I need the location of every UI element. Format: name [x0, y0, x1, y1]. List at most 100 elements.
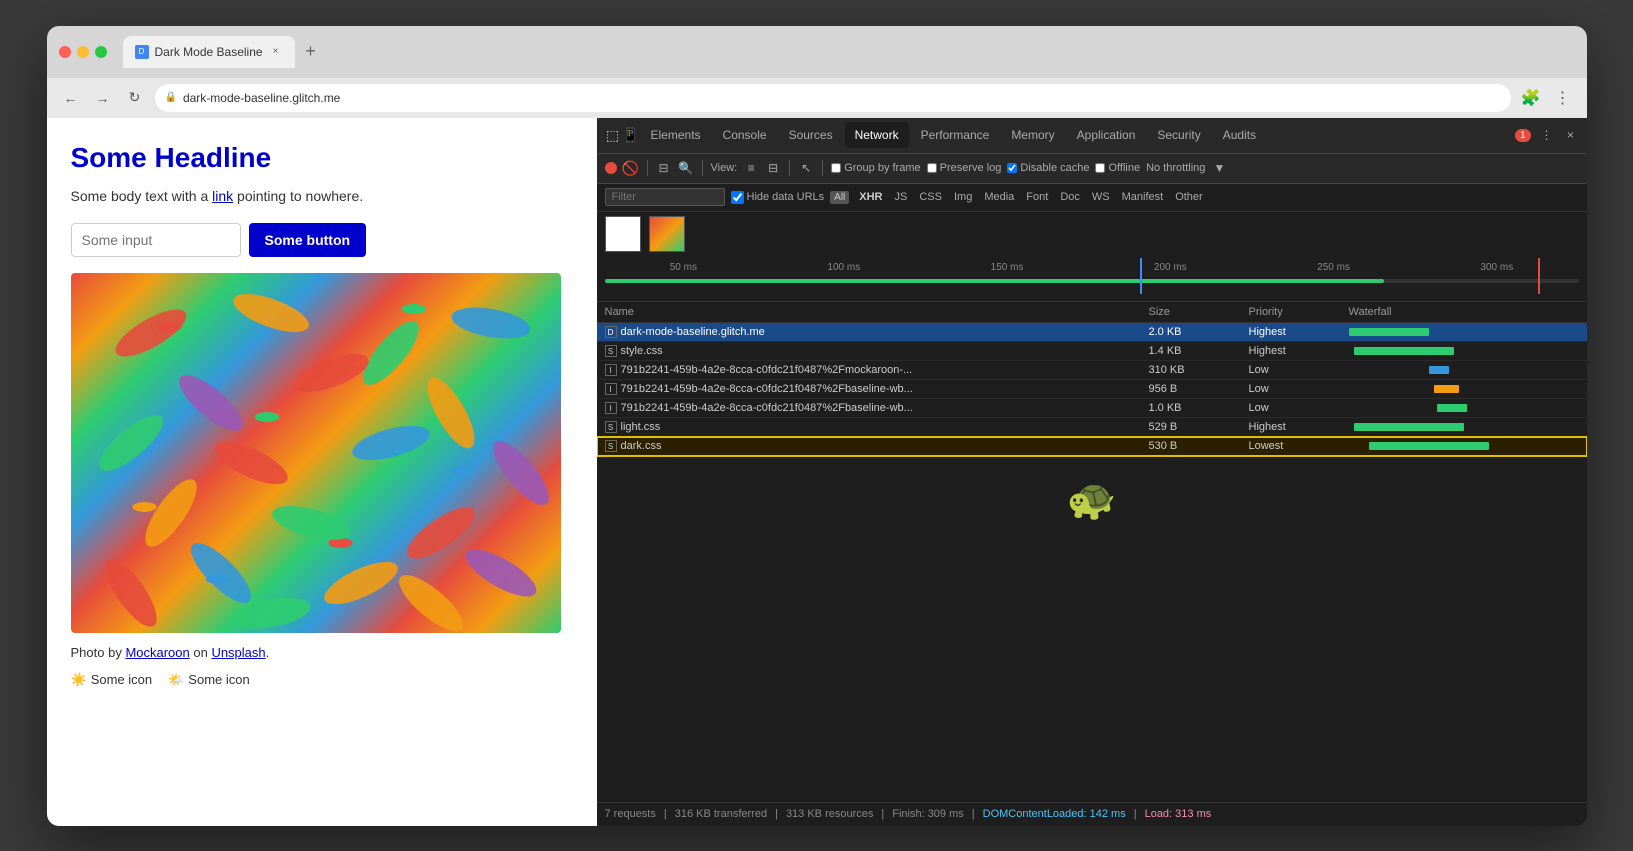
minimize-button[interactable]	[77, 46, 89, 58]
close-button[interactable]	[59, 46, 71, 58]
devtools-more-button[interactable]: ⋮	[1539, 127, 1555, 143]
toolbar-separator-2	[702, 160, 703, 176]
network-container: 50 ms 100 ms 150 ms 200 ms 250 ms 300 ms	[597, 212, 1587, 826]
type-ws[interactable]: WS	[1088, 190, 1114, 204]
timeline-marker-200ms: 200 ms	[1154, 262, 1187, 273]
table-row[interactable]: I791b2241-459b-4a2e-8cca-c0fdc21f0487%2F…	[597, 399, 1587, 418]
table-row-dark-css[interactable]: Sdark.css 530 B Lowest	[597, 437, 1587, 456]
tab-close-button[interactable]: ×	[269, 45, 283, 59]
browser-tab[interactable]: D Dark Mode Baseline ×	[123, 36, 295, 68]
status-finish: Finish: 309 ms	[892, 808, 964, 820]
tab-application[interactable]: Application	[1067, 122, 1146, 148]
tab-performance[interactable]: Performance	[911, 122, 1000, 148]
all-filter-badge[interactable]: All	[830, 191, 849, 204]
body-link[interactable]: link	[212, 188, 233, 204]
some-button[interactable]: Some button	[249, 223, 367, 257]
tab-bar: D Dark Mode Baseline × +	[123, 36, 1575, 68]
body-text-suffix: pointing to nowhere.	[233, 188, 363, 204]
form-row: Some button	[71, 223, 573, 257]
table-row[interactable]: I791b2241-459b-4a2e-8cca-c0fdc21f0487%2F…	[597, 380, 1587, 399]
body-text-prefix: Some body text with a	[71, 188, 213, 204]
address-bar[interactable]: 🔒 dark-mode-baseline.glitch.me	[155, 84, 1511, 112]
type-manifest[interactable]: Manifest	[1118, 190, 1168, 204]
status-separator-3: |	[881, 808, 884, 820]
tab-sources[interactable]: Sources	[779, 122, 843, 148]
row-icon: I	[605, 402, 617, 414]
refresh-button[interactable]: ↻	[123, 86, 147, 110]
filter-bar: Hide data URLs All XHR JS CSS Img Media …	[597, 184, 1587, 212]
table-row[interactable]: I791b2241-459b-4a2e-8cca-c0fdc21f0487%2F…	[597, 361, 1587, 380]
forward-button[interactable]: →	[91, 86, 115, 110]
disable-cache-checkbox[interactable]: Disable cache	[1007, 162, 1089, 174]
clear-button[interactable]: 🚫	[623, 160, 639, 176]
preserve-log-checkbox[interactable]: Preserve log	[927, 162, 1002, 174]
waterfall-bar	[1354, 423, 1464, 431]
view-list-button[interactable]: ≡	[743, 160, 759, 176]
throttling-dropdown[interactable]: ▼	[1211, 160, 1227, 176]
table-row[interactable]: Slight.css 529 B Highest	[597, 418, 1587, 437]
search-button[interactable]: 🔍	[678, 160, 694, 176]
devtools-device-button[interactable]: 📱	[623, 127, 639, 143]
type-js[interactable]: JS	[891, 190, 912, 204]
no-throttling-label: No throttling	[1146, 162, 1205, 174]
record-button[interactable]	[605, 162, 617, 174]
offline-checkbox[interactable]: Offline	[1095, 162, 1140, 174]
filter-toggle[interactable]: ⊟	[656, 160, 672, 176]
waterfall-bar	[1369, 442, 1489, 450]
type-font[interactable]: Font	[1022, 190, 1052, 204]
waterfall-bar-container	[1349, 364, 1579, 376]
turtle-area: 🐢	[597, 456, 1587, 543]
page-headline: Some Headline	[71, 142, 573, 174]
table-row[interactable]: Ddark-mode-baseline.glitch.me 2.0 KB Hig…	[597, 323, 1587, 342]
back-button[interactable]: ←	[59, 86, 83, 110]
timeline-thumb-candy	[649, 216, 685, 252]
devtools-tab-actions: 1 ⋮ ×	[1515, 127, 1579, 143]
tab-memory[interactable]: Memory	[1001, 122, 1064, 148]
timeline-marker-250ms: 250 ms	[1317, 262, 1350, 273]
devtools-tabs: ⬚ 📱 Elements Console Sources Network Per…	[597, 118, 1587, 154]
view-large-button[interactable]: ⊟	[765, 160, 781, 176]
type-media[interactable]: Media	[980, 190, 1018, 204]
row-icon: I	[605, 383, 617, 395]
some-input[interactable]	[71, 223, 241, 257]
unsplash-link[interactable]: Unsplash	[211, 645, 265, 660]
mockaroon-link[interactable]: Mockaroon	[125, 645, 189, 660]
toolbar-separator-4	[822, 160, 823, 176]
menu-button[interactable]: ⋮	[1551, 86, 1575, 110]
type-other[interactable]: Other	[1171, 190, 1207, 204]
extensions-button[interactable]: 🧩	[1519, 86, 1543, 110]
tab-elements[interactable]: Elements	[641, 122, 711, 148]
type-xhr[interactable]: XHR	[855, 190, 886, 204]
type-img[interactable]: Img	[950, 190, 976, 204]
row-size: 956 B	[1149, 383, 1249, 395]
row-size: 310 KB	[1149, 364, 1249, 376]
waterfall-bar	[1349, 328, 1429, 336]
title-bar: D Dark Mode Baseline × +	[47, 26, 1587, 78]
nav-actions: 🧩 ⋮	[1519, 86, 1575, 110]
devtools-inspect-button[interactable]: ⬚	[605, 127, 621, 143]
status-separator-5: |	[1134, 808, 1137, 820]
row-size: 530 B	[1149, 440, 1249, 452]
row-size: 529 B	[1149, 421, 1249, 433]
tab-network[interactable]: Network	[845, 122, 909, 148]
hide-data-urls-checkbox[interactable]: Hide data URLs	[731, 191, 825, 204]
type-css[interactable]: CSS	[915, 190, 946, 204]
row-name: Slight.css	[605, 421, 1149, 433]
tab-security[interactable]: Security	[1147, 122, 1210, 148]
tab-console[interactable]: Console	[713, 122, 777, 148]
col-priority: Priority	[1249, 306, 1349, 318]
table-row[interactable]: Sstyle.css 1.4 KB Highest	[597, 342, 1587, 361]
filter-input[interactable]	[605, 188, 725, 206]
new-tab-button[interactable]: +	[299, 40, 323, 64]
table-header: Name Size Priority Waterfall	[597, 302, 1587, 323]
timeline-marker-50ms: 50 ms	[670, 262, 697, 273]
cursor-button[interactable]: ↖	[798, 160, 814, 176]
tab-audits[interactable]: Audits	[1213, 122, 1266, 148]
maximize-button[interactable]	[95, 46, 107, 58]
group-by-frame-checkbox[interactable]: Group by frame	[831, 162, 920, 174]
row-name: I791b2241-459b-4a2e-8cca-c0fdc21f0487%2F…	[605, 364, 1149, 376]
devtools-close-button[interactable]: ×	[1563, 127, 1579, 143]
status-requests: 7 requests	[605, 808, 656, 820]
type-doc[interactable]: Doc	[1056, 190, 1084, 204]
row-size: 2.0 KB	[1149, 326, 1249, 338]
